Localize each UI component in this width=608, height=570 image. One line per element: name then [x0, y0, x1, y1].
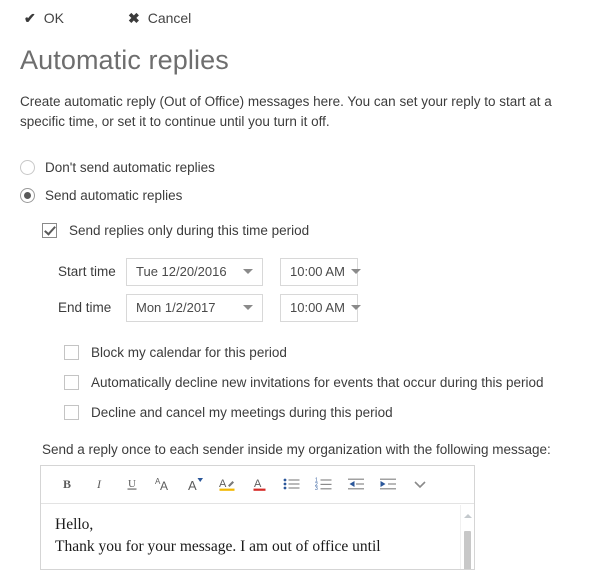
underline-icon: U: [124, 476, 140, 492]
svg-text:A: A: [254, 478, 262, 490]
start-date-dropdown[interactable]: Tue 12/20/2016: [126, 258, 263, 286]
numbered-list-icon: 1 2 3: [315, 476, 333, 492]
checkbox-block-calendar-label: Block my calendar for this period: [91, 345, 287, 360]
end-time-value: 10:00 AM: [290, 300, 345, 315]
start-time-value: 10:00 AM: [290, 264, 345, 279]
radio-dont-send-label: Don't send automatic replies: [45, 160, 215, 175]
italic-button[interactable]: I: [87, 471, 113, 497]
end-time-label: End time: [58, 300, 126, 315]
radio-dont-send-automatic-replies[interactable]: Don't send automatic replies: [20, 154, 608, 182]
internal-message-label: Send a reply once to each sender inside …: [42, 442, 608, 457]
svg-text:A: A: [219, 478, 227, 490]
radio-send-label: Send automatic replies: [45, 188, 182, 203]
increase-indent-button[interactable]: [375, 471, 401, 497]
chevron-down-icon: [351, 269, 361, 274]
bold-button[interactable]: B: [55, 471, 81, 497]
svg-text:U: U: [128, 478, 136, 490]
end-time-row: End time Mon 1/2/2017 10:00 AM: [58, 290, 608, 326]
decrease-indent-button[interactable]: [343, 471, 369, 497]
checkbox-block-my-calendar[interactable]: Block my calendar for this period: [64, 338, 608, 368]
checkbox-decline-and-cancel-meetings[interactable]: Decline and cancel my meetings during th…: [64, 398, 608, 428]
font-size-icon: A A: [155, 476, 173, 492]
scrollbar-thumb[interactable]: [464, 531, 471, 570]
ok-button[interactable]: ✔ OK: [22, 6, 66, 30]
chevron-down-icon: [243, 269, 253, 274]
start-date-value: Tue 12/20/2016: [136, 264, 227, 279]
checkbox-decline-cancel-label: Decline and cancel my meetings during th…: [91, 405, 393, 420]
decrease-indent-icon: [347, 476, 365, 492]
message-body-line: Hello,: [55, 514, 454, 536]
cancel-button[interactable]: ✖ Cancel: [126, 6, 193, 30]
svg-text:I: I: [96, 477, 102, 491]
checkbox-icon-checked: [42, 223, 57, 238]
checkbox-icon-unchecked: [64, 405, 79, 420]
checkbox-automatically-decline-new-invitations[interactable]: Automatically decline new invitations fo…: [64, 368, 608, 398]
checkbox-time-period-label: Send replies only during this time perio…: [69, 223, 309, 238]
bulleted-list-icon: [283, 476, 301, 492]
calendar-options-group: Block my calendar for this period Automa…: [0, 338, 608, 428]
underline-button[interactable]: U: [119, 471, 145, 497]
italic-icon: I: [92, 476, 108, 492]
check-icon: ✔: [24, 11, 36, 25]
checkbox-icon-unchecked: [64, 375, 79, 390]
bulleted-list-button[interactable]: [279, 471, 305, 497]
start-time-label: Start time: [58, 264, 126, 279]
increase-indent-icon: [379, 476, 397, 492]
checkbox-send-replies-only-during-period[interactable]: Send replies only during this time perio…: [42, 218, 608, 244]
svg-text:A: A: [160, 479, 168, 492]
message-body-line: Thank you for your message. I am out of …: [55, 536, 454, 558]
highlight-button[interactable]: A: [215, 471, 241, 497]
clear-formatting-icon: A: [187, 476, 205, 492]
start-time-dropdown[interactable]: 10:00 AM: [280, 258, 358, 286]
reply-mode-radio-group: Don't send automatic replies Send automa…: [0, 154, 608, 210]
highlight-icon: A: [219, 476, 237, 492]
cancel-button-label: Cancel: [148, 10, 192, 26]
close-icon: ✖: [128, 11, 140, 25]
editor-scrollbar[interactable]: [460, 505, 474, 569]
svg-text:B: B: [63, 477, 71, 491]
chevron-down-icon: [351, 305, 361, 310]
bold-icon: B: [60, 476, 76, 492]
ok-button-label: OK: [44, 10, 64, 26]
end-date-value: Mon 1/2/2017: [136, 300, 216, 315]
chevron-down-icon: [412, 476, 428, 492]
formatting-toolbar: B I U A A A: [41, 466, 474, 504]
internal-message-editor: B I U A A A: [40, 465, 475, 570]
checkbox-icon-unchecked: [64, 345, 79, 360]
numbered-list-button[interactable]: 1 2 3: [311, 471, 337, 497]
end-time-dropdown[interactable]: 10:00 AM: [280, 294, 358, 322]
clear-formatting-button[interactable]: A: [183, 471, 209, 497]
chevron-down-icon: [243, 305, 253, 310]
scroll-up-icon[interactable]: [464, 514, 472, 518]
page-description: Create automatic reply (Out of Office) m…: [20, 92, 588, 131]
more-formatting-button[interactable]: [407, 471, 433, 497]
font-color-button[interactable]: A: [247, 471, 273, 497]
time-period-pickers: Start time Tue 12/20/2016 10:00 AM End t…: [0, 254, 608, 326]
end-date-dropdown[interactable]: Mon 1/2/2017: [126, 294, 263, 322]
page-title: Automatic replies: [20, 44, 608, 76]
message-body[interactable]: Hello, Thank you for your message. I am …: [41, 504, 474, 558]
radio-dot: [24, 192, 31, 199]
font-size-button[interactable]: A A: [151, 471, 177, 497]
svg-text:A: A: [188, 478, 197, 492]
radio-icon-checked: [20, 188, 35, 203]
checkbox-auto-decline-label: Automatically decline new invitations fo…: [91, 375, 544, 390]
svg-text:3: 3: [315, 486, 318, 492]
radio-icon-unchecked: [20, 160, 35, 175]
radio-send-automatic-replies[interactable]: Send automatic replies: [20, 182, 608, 210]
start-time-row: Start time Tue 12/20/2016 10:00 AM: [58, 254, 608, 290]
command-bar: ✔ OK ✖ Cancel: [0, 0, 608, 36]
font-color-icon: A: [252, 476, 268, 492]
